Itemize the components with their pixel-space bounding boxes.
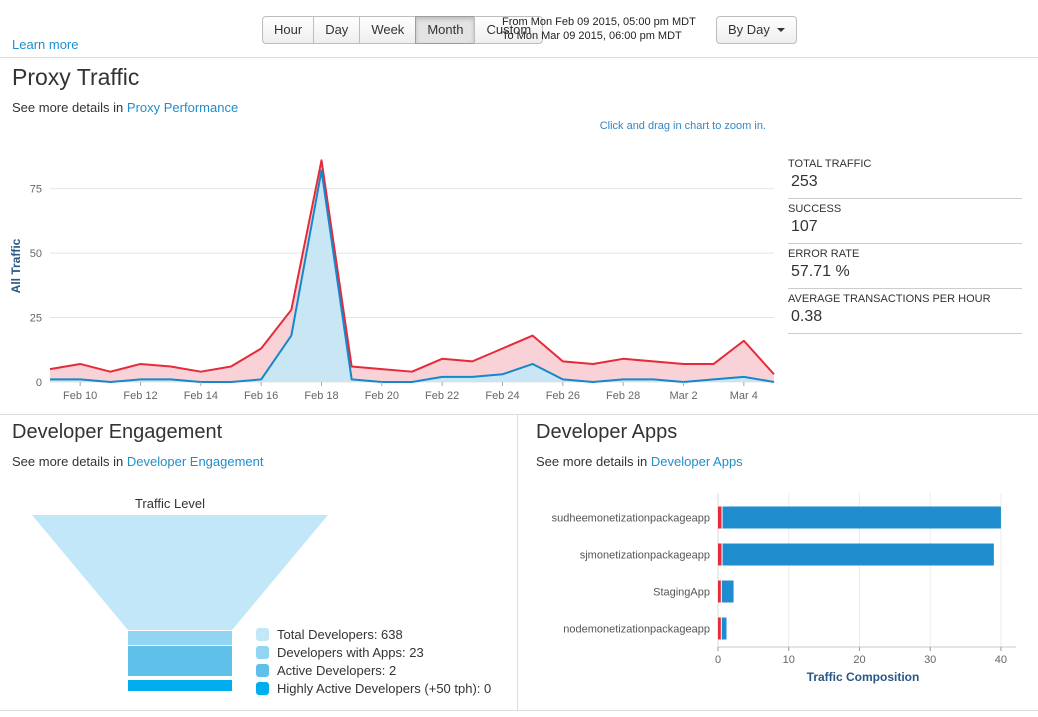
svg-text:Feb 20: Feb 20 [365,390,399,402]
proxy-traffic-subtitle: See more details in Proxy Performance [12,100,238,115]
legend-item: Highly Active Developers (+50 tph): 0 [256,679,491,697]
developer-engagement-subtitle: See more details in Developer Engagement [12,454,264,469]
time-range-button-week[interactable]: Week [359,16,416,44]
svg-text:40: 40 [995,654,1007,666]
svg-text:All Traffic: All Traffic [9,238,23,293]
subtitle-text: See more details in [536,454,647,469]
date-range-to: To Mon Mar 09 2015, 06:00 pm MDT [502,29,696,43]
svg-text:nodemonetizationpackageapp: nodemonetizationpackageapp [563,624,710,636]
learn-more-link[interactable]: Learn more [12,37,78,52]
stat-average-tph: AVERAGE TRANSACTIONS PER HOUR 0.38 [788,289,1022,334]
svg-text:50: 50 [30,248,42,260]
stat-value: 253 [788,173,1022,191]
svg-text:Feb 28: Feb 28 [606,390,640,402]
funnel-legend: Total Developers: 638 Developers with Ap… [256,625,491,697]
stat-label: ERROR RATE [788,248,1022,260]
proxy-performance-link[interactable]: Proxy Performance [127,100,238,115]
topbar: Learn more Hour Day Week Month Custom Fr… [0,0,1038,58]
developer-apps-section: Developer Apps See more details in Devel… [517,415,1038,710]
granularity-label: By Day [728,22,770,38]
svg-text:Feb 22: Feb 22 [425,390,459,402]
stat-success: SUCCESS 107 [788,199,1022,244]
traffic-stats-panel: TOTAL TRAFFIC 253 SUCCESS 107 ERROR RATE… [788,154,1022,334]
proxy-traffic-chart[interactable]: 0 25 50 75 Feb 10 Feb 12 Feb 14 Feb 16 Feb 18 Feb… [6,140,786,410]
svg-text:Mar 2: Mar 2 [669,390,697,402]
legend-swatch [256,664,269,677]
subtitle-text: See more details in [12,454,123,469]
svg-text:Traffic Composition: Traffic Composition [807,670,920,684]
svg-text:Feb 12: Feb 12 [123,390,157,402]
legend-swatch [256,646,269,659]
stat-error-rate: ERROR RATE 57.71 % [788,244,1022,289]
legend-swatch [256,682,269,695]
proxy-traffic-section: Proxy Traffic See more details in Proxy … [0,58,1038,415]
developer-apps-link[interactable]: Developer Apps [651,454,743,469]
date-range: From Mon Feb 09 2015, 05:00 pm MDT To Mo… [502,15,696,43]
proxy-traffic-title: Proxy Traffic [12,64,139,91]
svg-text:0: 0 [715,654,721,666]
funnel-title: Traffic Level [20,496,320,511]
developer-engagement-section: Developer Engagement See more details in… [0,415,517,710]
legend-label: Total Developers: 638 [277,627,403,642]
caret-down-icon [777,28,785,32]
zoom-hint: Click and drag in chart to zoom in. [600,120,766,132]
stat-value: 57.71 % [788,263,1022,281]
svg-text:20: 20 [853,654,865,666]
svg-text:25: 25 [30,313,42,325]
svg-text:Mar 4: Mar 4 [730,390,758,402]
svg-text:sjmonetizationpackageapp: sjmonetizationpackageapp [580,550,710,562]
time-range-button-day[interactable]: Day [313,16,360,44]
svg-text:Feb 18: Feb 18 [304,390,338,402]
developer-engagement-title: Developer Engagement [12,421,222,444]
svg-text:75: 75 [30,184,42,196]
date-range-from: From Mon Feb 09 2015, 05:00 pm MDT [502,15,696,29]
svg-text:0: 0 [36,377,42,389]
svg-text:Feb 16: Feb 16 [244,390,278,402]
analytics-dashboard: Learn more Hour Day Week Month Custom Fr… [0,0,1038,711]
svg-text:Feb 26: Feb 26 [546,390,580,402]
legend-item: Developers with Apps: 23 [256,643,491,661]
svg-text:Feb 24: Feb 24 [485,390,519,402]
svg-text:10: 10 [783,654,795,666]
stat-total-traffic: TOTAL TRAFFIC 253 [788,154,1022,199]
stat-value: 107 [788,218,1022,236]
developer-apps-subtitle: See more details in Developer Apps [536,454,743,469]
svg-text:30: 30 [924,654,936,666]
legend-label: Active Developers: 2 [277,663,396,678]
legend-item: Active Developers: 2 [256,661,491,679]
stat-value: 0.38 [788,308,1022,326]
legend-label: Highly Active Developers (+50 tph): 0 [277,681,491,696]
svg-text:Feb 10: Feb 10 [63,390,97,402]
bottom-row: Developer Engagement See more details in… [0,415,1038,711]
granularity-dropdown-button[interactable]: By Day [716,16,797,44]
legend-swatch [256,628,269,641]
svg-text:sudheemonetizationpackageapp: sudheemonetizationpackageapp [552,513,710,525]
time-range-button-month[interactable]: Month [415,16,475,44]
legend-label: Developers with Apps: 23 [277,645,424,660]
legend-item: Total Developers: 638 [256,625,491,643]
svg-text:StagingApp: StagingApp [653,587,710,599]
stat-label: AVERAGE TRANSACTIONS PER HOUR [788,293,1022,305]
developer-apps-title: Developer Apps [536,421,677,444]
time-range-button-hour[interactable]: Hour [262,16,314,44]
developer-apps-chart: 0 10 20 30 40 sudheemonetizationpackageapp sjm… [522,485,1034,692]
stat-label: TOTAL TRAFFIC [788,158,1022,170]
developer-engagement-link[interactable]: Developer Engagement [127,454,264,469]
subtitle-text: See more details in [12,100,123,115]
svg-text:Feb 14: Feb 14 [184,390,218,402]
stat-label: SUCCESS [788,203,1022,215]
